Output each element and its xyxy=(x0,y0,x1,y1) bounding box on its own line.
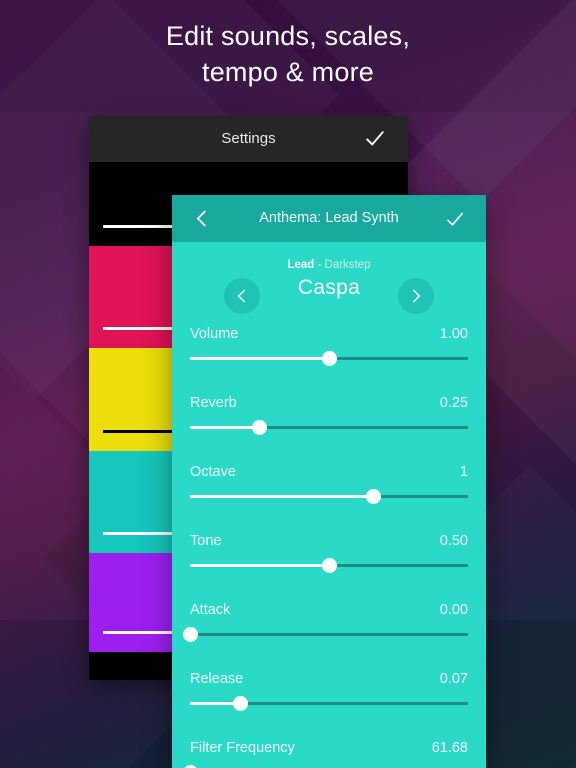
slider-track[interactable] xyxy=(182,627,468,642)
panel-title-bar: Anthema: Lead Synth xyxy=(172,195,486,242)
slider-label: Volume xyxy=(190,326,239,342)
preset-category: Lead - Darkstep xyxy=(172,259,486,271)
preset-prev-button[interactable] xyxy=(224,278,260,314)
slider-value: 0.25 xyxy=(439,395,468,411)
check-icon[interactable] xyxy=(444,209,466,229)
slider-thumb[interactable] xyxy=(252,420,267,435)
slider-fill xyxy=(190,357,329,360)
promo-screenshot: Edit sounds, scales, tempo & more Settin… xyxy=(0,0,576,768)
instrument-editor-panel: Anthema: Lead Synth Lead - Darkstep Casp… xyxy=(172,195,486,768)
slider-label: Attack xyxy=(190,602,231,618)
slider-label: Octave xyxy=(190,464,236,480)
chevron-right-icon xyxy=(412,289,421,303)
slider-thumb[interactable] xyxy=(182,627,198,642)
slider-row[interactable]: Reverb 0.25 xyxy=(190,389,468,458)
preset-category-suffix: - Darkstep xyxy=(314,259,371,271)
slider-label: Filter Frequency xyxy=(190,740,295,756)
slider-value: 0.07 xyxy=(439,671,468,687)
slider-label: Reverb xyxy=(190,395,237,411)
slider-thumb[interactable] xyxy=(321,558,337,573)
slider-value: 1.00 xyxy=(439,326,468,342)
slider-row[interactable]: Attack 0.00 xyxy=(182,596,468,665)
slider-track[interactable] xyxy=(190,489,468,504)
slider-row[interactable]: Volume 1.00 xyxy=(190,320,468,389)
slider-track[interactable] xyxy=(190,558,468,573)
slider-value: 0.50 xyxy=(439,533,468,549)
preset-selector: Lead - Darkstep Caspa xyxy=(172,242,486,320)
slider-row[interactable]: Tone 0.50 xyxy=(190,527,468,596)
parameter-slider-list: Volume 1.00 Reverb 0.25 Octave 1 Tone 0.50 Attac… xyxy=(172,320,486,768)
slider-value: 0.00 xyxy=(439,602,468,618)
slider-track[interactable] xyxy=(190,696,468,711)
slider-label: Release xyxy=(190,671,244,687)
panel-title: Anthema: Lead Synth xyxy=(259,210,399,226)
slider-thumb[interactable] xyxy=(321,351,337,366)
headline-line-2: tempo & more xyxy=(202,57,374,87)
settings-title-bar: Settings xyxy=(89,116,408,162)
slider-fill xyxy=(190,495,374,498)
slider-value: 61.68 xyxy=(431,740,468,756)
slider-track[interactable] xyxy=(190,351,468,366)
settings-title: Settings xyxy=(221,130,276,147)
slider-row[interactable]: Filter Frequency 61.68 xyxy=(182,734,468,768)
preset-category-name: Lead xyxy=(287,259,315,271)
preset-next-button[interactable] xyxy=(398,278,434,314)
promo-headline: Edit sounds, scales, tempo & more xyxy=(0,18,576,90)
slider-thumb[interactable] xyxy=(232,696,248,711)
headline-line-1: Edit sounds, scales, xyxy=(165,21,411,51)
slider-thumb[interactable] xyxy=(365,489,381,504)
slider-track[interactable] xyxy=(190,420,468,435)
check-icon[interactable] xyxy=(364,127,386,149)
slider-value: 1 xyxy=(459,464,468,480)
slider-fill xyxy=(190,426,260,429)
preset-name: Caspa xyxy=(297,276,361,299)
slider-fill xyxy=(190,564,329,567)
slider-label: Tone xyxy=(190,533,222,549)
slider-row[interactable]: Octave 1 xyxy=(190,458,468,527)
slider-row[interactable]: Release 0.07 xyxy=(190,665,468,734)
chevron-left-icon xyxy=(237,289,246,303)
